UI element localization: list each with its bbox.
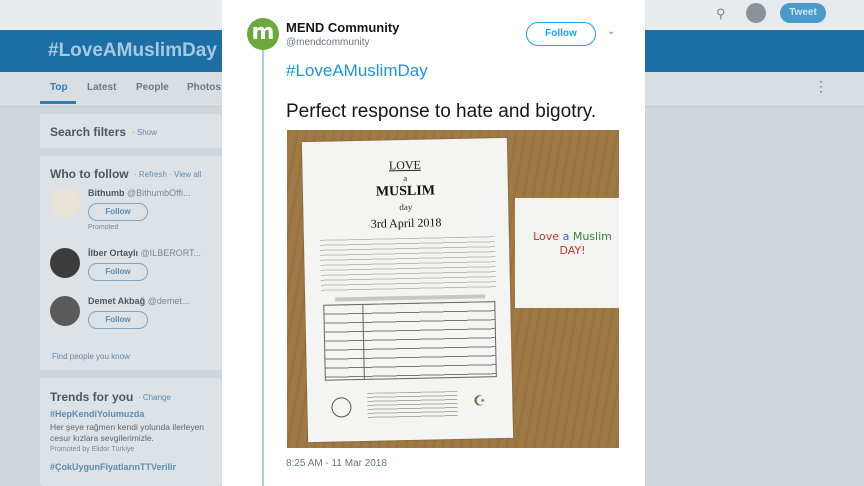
- letter-heading: MUSLIM: [375, 183, 436, 200]
- who-to-follow-links[interactable]: · Refresh · View all: [134, 170, 201, 179]
- trend-item[interactable]: #ÇokUygunFiyatlarınTTVerilir: [50, 462, 176, 472]
- letter-footer: ☪: [325, 386, 496, 422]
- avatar[interactable]: [50, 296, 80, 326]
- promoted-label: Promoted by Elidor Türkiye: [50, 446, 135, 453]
- chevron-down-icon[interactable]: ⌄: [607, 26, 615, 37]
- tweet-timestamp[interactable]: 8:25 AM - 11 Mar 2018: [286, 458, 387, 469]
- letter-footer-text: [367, 390, 458, 419]
- avatar[interactable]: [746, 3, 766, 23]
- letter-paper: LOVE a MUSLIM day 3rd April 2018 ☪: [301, 137, 514, 443]
- suggestion-name[interactable]: İlber Ortaylı @ILBERORT...: [88, 248, 201, 258]
- crescent-star-icon: ☪: [473, 392, 487, 409]
- letter-body-text: [335, 294, 486, 302]
- letter-date: 3rd April 2018: [370, 215, 442, 231]
- follow-button[interactable]: Follow: [526, 22, 596, 46]
- table-divider: [362, 304, 365, 379]
- tab-photos[interactable]: Photos: [187, 82, 221, 93]
- letter-heading: day: [399, 201, 413, 213]
- tweet-photo[interactable]: Love a Muslim DAY! LOVE a MUSLIM day 3rd …: [287, 130, 619, 448]
- avatar[interactable]: [50, 248, 80, 278]
- suggestion-name[interactable]: Demet Akbağ @demet...: [88, 296, 189, 306]
- halal-logo-icon: [331, 397, 352, 418]
- more-options-icon[interactable]: ⋮: [814, 78, 828, 95]
- page-title: #LoveAMuslimDay: [48, 40, 217, 61]
- thread-line: [262, 48, 264, 486]
- author-avatar[interactable]: m: [247, 18, 279, 50]
- promoted-label: Promoted: [88, 224, 119, 231]
- who-to-follow-title: Who to follow: [50, 167, 129, 181]
- tweet-hashtag[interactable]: #LoveAMuslimDay: [286, 61, 428, 81]
- search-filters-title: Search filters: [50, 125, 127, 139]
- follow-button[interactable]: Follow: [88, 263, 148, 281]
- tab-top[interactable]: Top: [50, 82, 68, 93]
- find-people-link[interactable]: Find people you know: [52, 352, 130, 361]
- trends-change-link[interactable]: · Change: [138, 393, 171, 402]
- author-name[interactable]: MEND Community: [286, 20, 399, 35]
- trend-description: Her şeye rağmen kendi yolunda ilerleyen …: [50, 422, 205, 443]
- compose-tweet-button[interactable]: Tweet: [780, 3, 826, 23]
- tweet-text: Perfect response to hate and bigotry.: [286, 101, 597, 122]
- follow-button[interactable]: Follow: [88, 203, 148, 221]
- search-filters-show-link[interactable]: · Show: [132, 128, 157, 137]
- search-icon[interactable]: ⚲: [716, 6, 730, 21]
- author-handle[interactable]: @mendcommunity: [286, 37, 370, 48]
- trend-item[interactable]: #HepKendiYolumuzda: [50, 409, 144, 419]
- tab-latest[interactable]: Latest: [87, 82, 116, 93]
- tab-people[interactable]: People: [136, 82, 169, 93]
- trends-title: Trends for you: [50, 390, 134, 404]
- suggestion-name[interactable]: Bithumb @BithumbOffi...: [88, 188, 191, 198]
- active-tab-indicator: [40, 101, 76, 104]
- avatar[interactable]: [50, 188, 80, 218]
- letter-body-text: [319, 236, 497, 294]
- follow-button[interactable]: Follow: [88, 311, 148, 329]
- points-table: [323, 301, 497, 381]
- envelope-handwriting: Love a Muslim DAY!: [533, 230, 612, 257]
